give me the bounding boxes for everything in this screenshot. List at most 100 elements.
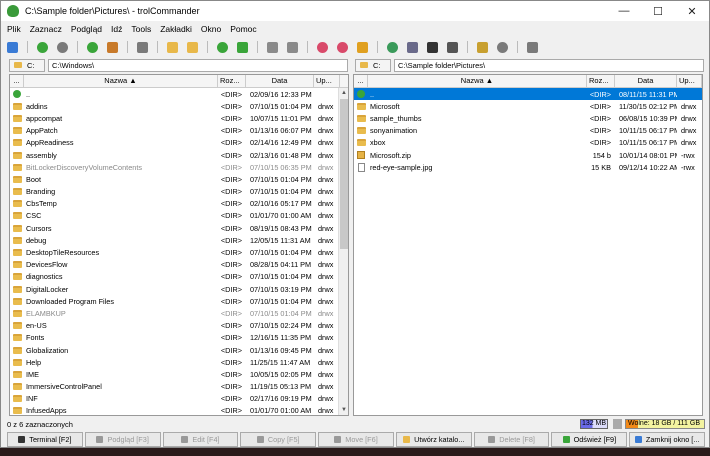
close-window-button[interactable]: Zamknij okno [... [629, 432, 706, 447]
bookmark-add-icon[interactable] [317, 41, 328, 53]
left-path-input[interactable] [48, 58, 348, 72]
file-row[interactable]: sonyanimation <DIR> 10/11/15 06:17 PM drwx [354, 125, 702, 137]
file-row[interactable]: .. <DIR> 08/11/15 11:31 PM [354, 88, 702, 101]
file-row[interactable]: InfusedApps <DIR> 01/01/70 01:00 AM drwx [10, 405, 348, 415]
file-row[interactable]: appcompat <DIR> 10/07/15 11:01 PM drwx [10, 112, 348, 124]
file-row[interactable]: en-US <DIR> 07/10/15 02:24 PM drwx [10, 320, 348, 332]
right-drive-button[interactable]: C: [355, 58, 391, 72]
refresh-button[interactable]: Odśwież [F9] [551, 432, 628, 447]
file-row[interactable]: INF <DIR> 02/17/16 09:19 PM drwx [10, 393, 348, 405]
delete-button[interactable]: Delete [F8] [473, 432, 550, 447]
file-row[interactable]: Microsoft <DIR> 11/30/15 02:12 PM drwx [354, 100, 702, 112]
menu-item-7[interactable]: Pomoc [230, 24, 256, 34]
file-row[interactable]: BitLockerDiscoveryVolumeContents <DIR> 07/… [10, 161, 348, 173]
stop-icon[interactable] [57, 41, 68, 53]
col-name[interactable]: Nazwa ▲ [24, 75, 218, 87]
col-name[interactable]: Nazwa ▲ [368, 75, 587, 87]
col-perm[interactable]: Up... [677, 75, 702, 87]
menu-item-4[interactable]: Tools [131, 24, 151, 34]
close-button[interactable]: ✕ [675, 1, 709, 21]
col-size[interactable]: Roz... [587, 75, 615, 87]
menu-item-0[interactable]: Plik [7, 24, 21, 34]
unpack-icon[interactable] [287, 41, 298, 53]
scroll-up-icon[interactable]: ▲ [339, 88, 348, 98]
file-row[interactable]: Globalization <DIR> 01/13/16 09:45 PM drwx [10, 344, 348, 356]
file-row[interactable]: addins <DIR> 07/10/15 01:04 PM drwx [10, 100, 348, 112]
free-space-indicator[interactable]: Wolne: 18 GB / 111 GB [625, 419, 705, 429]
move-button[interactable]: Move [F6] [318, 432, 394, 447]
file-row[interactable]: Downloaded Program Files <DIR> 07/10/15 01… [10, 295, 348, 307]
swap-icon[interactable] [237, 41, 248, 53]
file-row[interactable]: Fonts <DIR> 12/16/15 11:35 PM drwx [10, 332, 348, 344]
refresh-icon[interactable] [217, 41, 228, 53]
terminal-button[interactable]: Terminal [F2] [7, 432, 83, 447]
col-perm[interactable]: Up... [314, 75, 340, 87]
menu-item-2[interactable]: Podgląd [71, 24, 102, 34]
file-row[interactable]: sample_thumbs <DIR> 06/08/15 10:39 PM drwx [354, 112, 702, 124]
file-row[interactable]: debug <DIR> 12/05/15 11:31 AM drwx [10, 234, 348, 246]
menu-item-3[interactable]: Idź [111, 24, 122, 34]
maximize-button[interactable]: ☐ [641, 1, 675, 21]
new-window-icon[interactable] [7, 41, 18, 53]
file-row[interactable]: Boot <DIR> 07/10/15 01:04 PM drwx [10, 173, 348, 185]
trash-icon[interactable] [613, 419, 622, 429]
left-drive-button[interactable]: C: [9, 58, 45, 72]
file-row[interactable]: IME <DIR> 10/05/15 02:05 PM drwx [10, 368, 348, 380]
file-row[interactable]: red-eye-sample.jpg 15 KB 09/12/14 10:22 AM… [354, 161, 702, 173]
right-path-input[interactable] [394, 58, 704, 72]
file-row[interactable]: Cursors <DIR> 08/19/15 08:43 PM drwx [10, 222, 348, 234]
toolbar-separator [307, 41, 308, 53]
file-row[interactable]: CbsTemp <DIR> 02/10/16 05:17 PM drwx [10, 198, 348, 210]
edit-button[interactable]: Edit [F4] [162, 432, 239, 447]
file-row[interactable]: diagnostics <DIR> 07/10/15 01:04 PM drwx [10, 271, 348, 283]
left-file-panel[interactable]: ... Nazwa ▲ Roz... Data Up... .. <DIR> 02/… [9, 74, 349, 416]
cancel-icon[interactable] [137, 41, 148, 53]
left-scroll-thumb[interactable] [340, 99, 348, 249]
col-date[interactable]: Data [246, 75, 314, 87]
key-icon[interactable] [357, 41, 368, 53]
file-row[interactable]: Microsoft.zip 154 b 10/01/14 08:01 PM -rwx [354, 149, 702, 161]
file-row[interactable]: DesktopTileResources <DIR> 07/10/15 01:04 … [10, 246, 348, 258]
col-ext[interactable]: ... [10, 75, 24, 87]
col-ext[interactable]: ... [354, 75, 368, 87]
menu-item-6[interactable]: Okno [201, 24, 221, 34]
memory-indicator[interactable]: 132 MB [580, 419, 608, 429]
mkdir-button[interactable]: Utwórz katalo... [395, 432, 472, 447]
file-row[interactable]: CSC <DIR> 01/01/70 01:00 AM drwx [10, 210, 348, 222]
file-row[interactable]: Branding <DIR> 07/10/15 01:04 PM drwx [10, 186, 348, 198]
folder-add-icon[interactable] [167, 41, 178, 53]
left-scrollbar[interactable]: ▲ ▼ [338, 88, 348, 415]
file-row[interactable]: DigitalLocker <DIR> 07/10/15 03:19 PM drwx [10, 283, 348, 295]
pack-icon[interactable] [267, 41, 278, 53]
file-row[interactable]: ImmersiveControlPanel <DIR> 11/19/15 05:13… [10, 381, 348, 393]
file-row[interactable]: Help <DIR> 11/25/15 11:47 AM drwx [10, 356, 348, 368]
home-icon[interactable] [107, 41, 118, 53]
network-icon[interactable] [387, 41, 398, 53]
bookmark-icon[interactable] [337, 41, 348, 53]
copy-button[interactable]: Copy [F5] [240, 432, 317, 447]
col-size[interactable]: Roz... [218, 75, 246, 87]
settings-gear-icon[interactable] [527, 41, 538, 53]
file-row[interactable]: xbox <DIR> 10/11/15 06:17 PM drwx [354, 137, 702, 149]
view-button[interactable]: Podgląd [F3] [84, 432, 161, 447]
file-row[interactable]: DevicesFlow <DIR> 08/28/15 04:11 PM drwx [10, 259, 348, 271]
file-row[interactable]: .. <DIR> 02/09/16 12:33 PM [10, 88, 348, 100]
menu-item-1[interactable]: Zaznacz [30, 24, 62, 34]
right-file-panel[interactable]: ... Nazwa ▲ Roz... Data Up... .. <DIR> 08/… [353, 74, 703, 416]
go-back-icon[interactable] [37, 41, 48, 53]
terminal-icon[interactable] [427, 41, 438, 53]
stop-circle-icon[interactable] [497, 41, 508, 53]
connect-icon[interactable] [407, 41, 418, 53]
file-row[interactable]: AppReadiness <DIR> 02/14/16 12:49 PM drwx [10, 137, 348, 149]
file-row[interactable]: AppPatch <DIR> 01/13/16 06:07 PM drwx [10, 125, 348, 137]
col-date[interactable]: Data [615, 75, 677, 87]
comment-icon[interactable] [447, 41, 458, 53]
menu-item-5[interactable]: Zakładki [160, 24, 192, 34]
minimize-button[interactable]: — [607, 1, 641, 21]
file-row[interactable]: ELAMBKUP <DIR> 07/10/15 01:04 PM drwx [10, 307, 348, 319]
scroll-down-icon[interactable]: ▼ [339, 405, 348, 415]
folder-remove-icon[interactable] [187, 41, 198, 53]
tools-icon[interactable] [477, 41, 488, 53]
file-row[interactable]: assembly <DIR> 02/13/16 01:48 PM drwx [10, 149, 348, 161]
go-parent-icon[interactable] [87, 41, 98, 53]
